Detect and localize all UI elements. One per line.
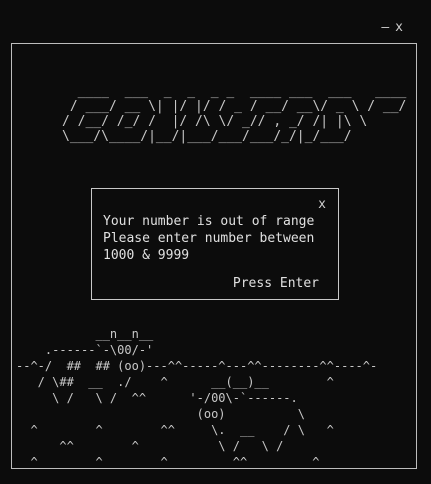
cow-scene-art: __n__n__ .------`-\00/-' --^-/ ## ## (oo…: [16, 327, 378, 469]
press-enter-button[interactable]: Press Enter: [233, 276, 319, 291]
window-controls: —x: [381, 20, 409, 35]
error-dialog: x Your number is out of range Please ent…: [91, 188, 339, 300]
dialog-message: Your number is out of range Please enter…: [103, 213, 314, 264]
dialog-message-line: 1000 & 9999: [103, 248, 190, 263]
dialog-message-line: Please enter number between: [103, 231, 315, 246]
convert-logo-art: ____ ___ _ _ _ _ ____ ___ ___ ____ / ___…: [62, 84, 407, 144]
close-button[interactable]: x: [395, 20, 409, 35]
minimize-button[interactable]: —: [381, 20, 395, 35]
dialog-message-line: Your number is out of range: [103, 214, 315, 229]
dialog-close-button[interactable]: x: [318, 197, 326, 212]
